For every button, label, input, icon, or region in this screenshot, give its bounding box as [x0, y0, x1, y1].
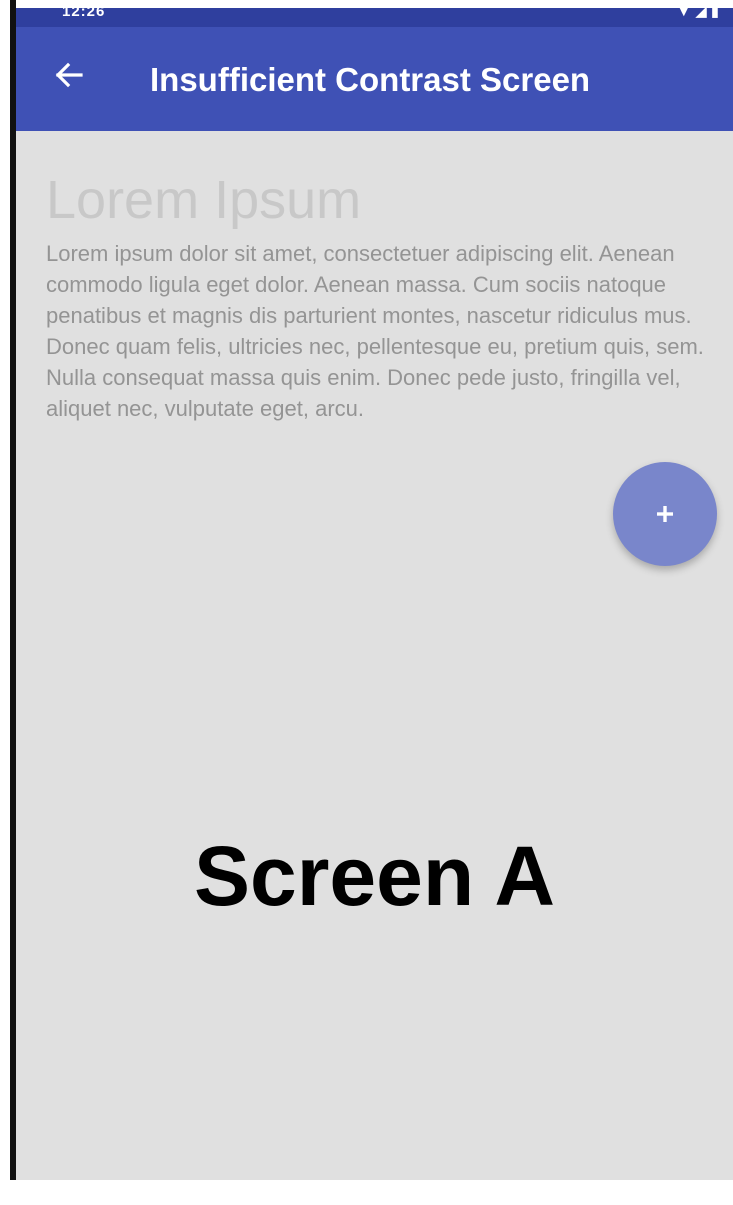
- wifi-icon: ▼: [676, 8, 696, 20]
- phone-screen: 12:26 ▼◢▮ Insufficient Contrast Screen L…: [16, 8, 733, 1180]
- status-icons: ▼◢▮: [676, 8, 723, 20]
- screen-label: Screen A: [193, 829, 556, 923]
- content-area: Lorem Ipsum Lorem ipsum dolor sit amet, …: [46, 168, 708, 424]
- screenshot-frame: 12:26 ▼◢▮ Insufficient Contrast Screen L…: [0, 0, 733, 1205]
- status-bar: 12:26 ▼◢▮: [16, 8, 733, 27]
- content-body: Lorem ipsum dolor sit amet, consectetuer…: [46, 241, 704, 421]
- arrow-left-icon[interactable]: [50, 55, 90, 95]
- signal-icon: ◢: [695, 8, 711, 20]
- content-heading: Lorem Ipsum: [46, 170, 362, 230]
- app-title: Insufficient Contrast Screen: [150, 61, 591, 98]
- status-time: 12:26: [62, 8, 106, 20]
- app-bar: Insufficient Contrast Screen: [16, 27, 733, 131]
- add-fab-button[interactable]: [613, 462, 717, 566]
- battery-icon: ▮: [710, 8, 723, 20]
- plus-icon: [657, 506, 673, 522]
